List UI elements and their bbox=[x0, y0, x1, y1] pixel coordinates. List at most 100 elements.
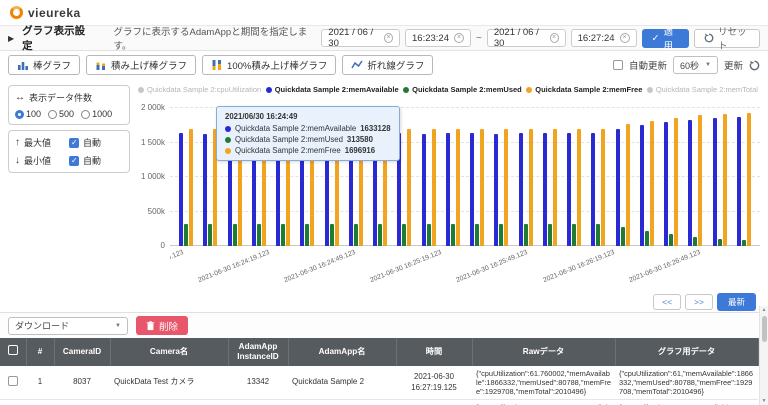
bar-memAvailable[interactable] bbox=[615, 128, 620, 246]
legend-item[interactable]: Quickdata Sample 2:memUsed bbox=[403, 85, 522, 94]
bar-memUsed[interactable] bbox=[523, 224, 528, 246]
bar-group[interactable] bbox=[441, 128, 465, 246]
bar-memUsed[interactable] bbox=[426, 224, 431, 246]
bar-memFree[interactable] bbox=[601, 128, 606, 246]
bar-memFree[interactable] bbox=[431, 129, 436, 246]
bar-group[interactable] bbox=[538, 129, 562, 246]
bar-memAvailable[interactable] bbox=[518, 133, 523, 246]
bar-memAvailable[interactable] bbox=[445, 133, 450, 246]
interval-select[interactable]: 60秒 ▼ bbox=[673, 56, 718, 74]
bar-memAvailable[interactable] bbox=[688, 119, 693, 246]
collapse-caret-icon[interactable]: ▶ bbox=[8, 34, 14, 43]
bar-memFree[interactable] bbox=[407, 128, 412, 246]
data-count-option-100[interactable]: 100 bbox=[15, 109, 41, 119]
bar-memAvailable[interactable] bbox=[494, 133, 499, 246]
update-label[interactable]: 更新 bbox=[724, 58, 743, 72]
bar-memUsed[interactable] bbox=[547, 224, 552, 246]
bar-memFree[interactable] bbox=[528, 128, 533, 246]
line-chart-button[interactable]: 折れ線グラフ bbox=[342, 55, 434, 75]
data-count-option-1000[interactable]: 1000 bbox=[81, 109, 112, 119]
bar-memUsed[interactable] bbox=[402, 224, 407, 246]
bar-group[interactable] bbox=[417, 129, 441, 246]
bar-memFree[interactable] bbox=[504, 129, 509, 246]
bar-memUsed[interactable] bbox=[717, 239, 722, 246]
bar-memUsed[interactable] bbox=[596, 224, 601, 246]
bar-memUsed[interactable] bbox=[256, 224, 261, 246]
bar-group[interactable] bbox=[635, 120, 659, 246]
select-all-checkbox[interactable] bbox=[7, 345, 18, 356]
bar-memUsed[interactable] bbox=[450, 224, 455, 246]
clear-date-from-icon[interactable]: × bbox=[384, 33, 394, 43]
vertical-scrollbar[interactable]: ▲ ▼ bbox=[759, 306, 768, 405]
bar-memFree[interactable] bbox=[552, 129, 557, 246]
next-page-button[interactable]: >> bbox=[685, 294, 713, 310]
row-checkbox[interactable] bbox=[8, 375, 18, 386]
bar-memUsed[interactable] bbox=[184, 224, 189, 246]
bar-memFree[interactable] bbox=[480, 128, 485, 246]
bar-memUsed[interactable] bbox=[644, 230, 649, 246]
bar-memAvailable[interactable] bbox=[591, 133, 596, 246]
bar-memUsed[interactable] bbox=[329, 224, 334, 246]
max-auto-checkbox[interactable] bbox=[69, 137, 80, 148]
bar-memAvailable[interactable] bbox=[712, 118, 717, 246]
stacked-100-bar-chart-button[interactable]: 100%積み上げ棒グラフ bbox=[202, 55, 337, 75]
bar-group[interactable] bbox=[683, 115, 707, 246]
bar-memUsed[interactable] bbox=[281, 224, 286, 246]
bar-memUsed[interactable] bbox=[693, 237, 698, 246]
latest-button[interactable]: 最新 bbox=[716, 293, 756, 311]
bar-memFree[interactable] bbox=[455, 128, 460, 246]
bar-group[interactable] bbox=[465, 128, 489, 246]
bar-group[interactable] bbox=[174, 128, 198, 246]
stacked-bar-chart-button[interactable]: 積み上げ棒グラフ bbox=[86, 55, 197, 75]
bar-memUsed[interactable] bbox=[499, 224, 504, 246]
bar-memAvailable[interactable] bbox=[421, 133, 426, 246]
bar-memAvailable[interactable] bbox=[203, 133, 208, 246]
bar-memFree[interactable] bbox=[722, 113, 727, 246]
bar-group[interactable] bbox=[489, 129, 513, 246]
bar-memUsed[interactable] bbox=[305, 224, 310, 246]
bar-memFree[interactable] bbox=[698, 115, 703, 246]
scroll-up-icon[interactable]: ▲ bbox=[762, 306, 767, 314]
bar-memUsed[interactable] bbox=[232, 224, 237, 246]
legend-item[interactable]: Quickdata Sample 2:memAvailable bbox=[265, 85, 399, 94]
reset-button[interactable]: リセット bbox=[693, 27, 761, 52]
bar-memUsed[interactable] bbox=[208, 224, 213, 246]
bar-memFree[interactable] bbox=[649, 120, 654, 246]
time-from-input[interactable]: 16:23:24 × bbox=[405, 29, 471, 47]
auto-update-checkbox[interactable] bbox=[613, 60, 623, 70]
update-refresh-icon[interactable] bbox=[749, 60, 760, 71]
bar-group[interactable] bbox=[708, 113, 732, 246]
bar-memAvailable[interactable] bbox=[736, 117, 741, 246]
bar-memAvailable[interactable] bbox=[567, 133, 572, 246]
bar-group[interactable] bbox=[611, 124, 635, 246]
clear-time-from-icon[interactable]: × bbox=[454, 33, 464, 43]
data-count-option-500[interactable]: 500 bbox=[48, 109, 74, 119]
legend-item[interactable]: Quickdata Sample 2:cpuUtilization bbox=[138, 85, 261, 94]
bar-memUsed[interactable] bbox=[378, 224, 383, 246]
bar-group[interactable] bbox=[514, 128, 538, 246]
brand-logo[interactable]: vieureka bbox=[10, 6, 81, 20]
bar-group[interactable] bbox=[659, 118, 683, 246]
bar-memAvailable[interactable] bbox=[639, 125, 644, 246]
apply-button[interactable]: ✓ 適用 bbox=[641, 27, 689, 52]
bar-memFree[interactable] bbox=[577, 128, 582, 246]
min-auto-checkbox[interactable] bbox=[69, 155, 80, 166]
clear-time-to-icon[interactable]: × bbox=[619, 33, 630, 43]
bar-memUsed[interactable] bbox=[572, 224, 577, 246]
bar-memUsed[interactable] bbox=[620, 227, 625, 246]
scrollbar-thumb[interactable] bbox=[761, 316, 767, 342]
prev-page-button[interactable]: << bbox=[653, 294, 682, 310]
date-to-input[interactable]: 2021 / 06 / 30 × bbox=[486, 27, 566, 49]
bar-group[interactable] bbox=[586, 128, 610, 246]
bar-memUsed[interactable] bbox=[475, 224, 480, 246]
bar-memUsed[interactable] bbox=[669, 233, 674, 246]
bar-memUsed[interactable] bbox=[353, 224, 358, 246]
scroll-down-icon[interactable]: ▼ bbox=[762, 397, 767, 405]
bar-memAvailable[interactable] bbox=[542, 133, 547, 246]
bar-chart-button[interactable]: 棒グラフ bbox=[8, 55, 81, 75]
date-from-input[interactable]: 2021 / 06 / 30 × bbox=[321, 27, 401, 49]
bar-memFree[interactable] bbox=[674, 118, 679, 246]
bar-group[interactable] bbox=[732, 112, 756, 246]
download-select[interactable]: ダウンロード ▼ bbox=[8, 316, 128, 335]
bar-memAvailable[interactable] bbox=[470, 133, 475, 246]
